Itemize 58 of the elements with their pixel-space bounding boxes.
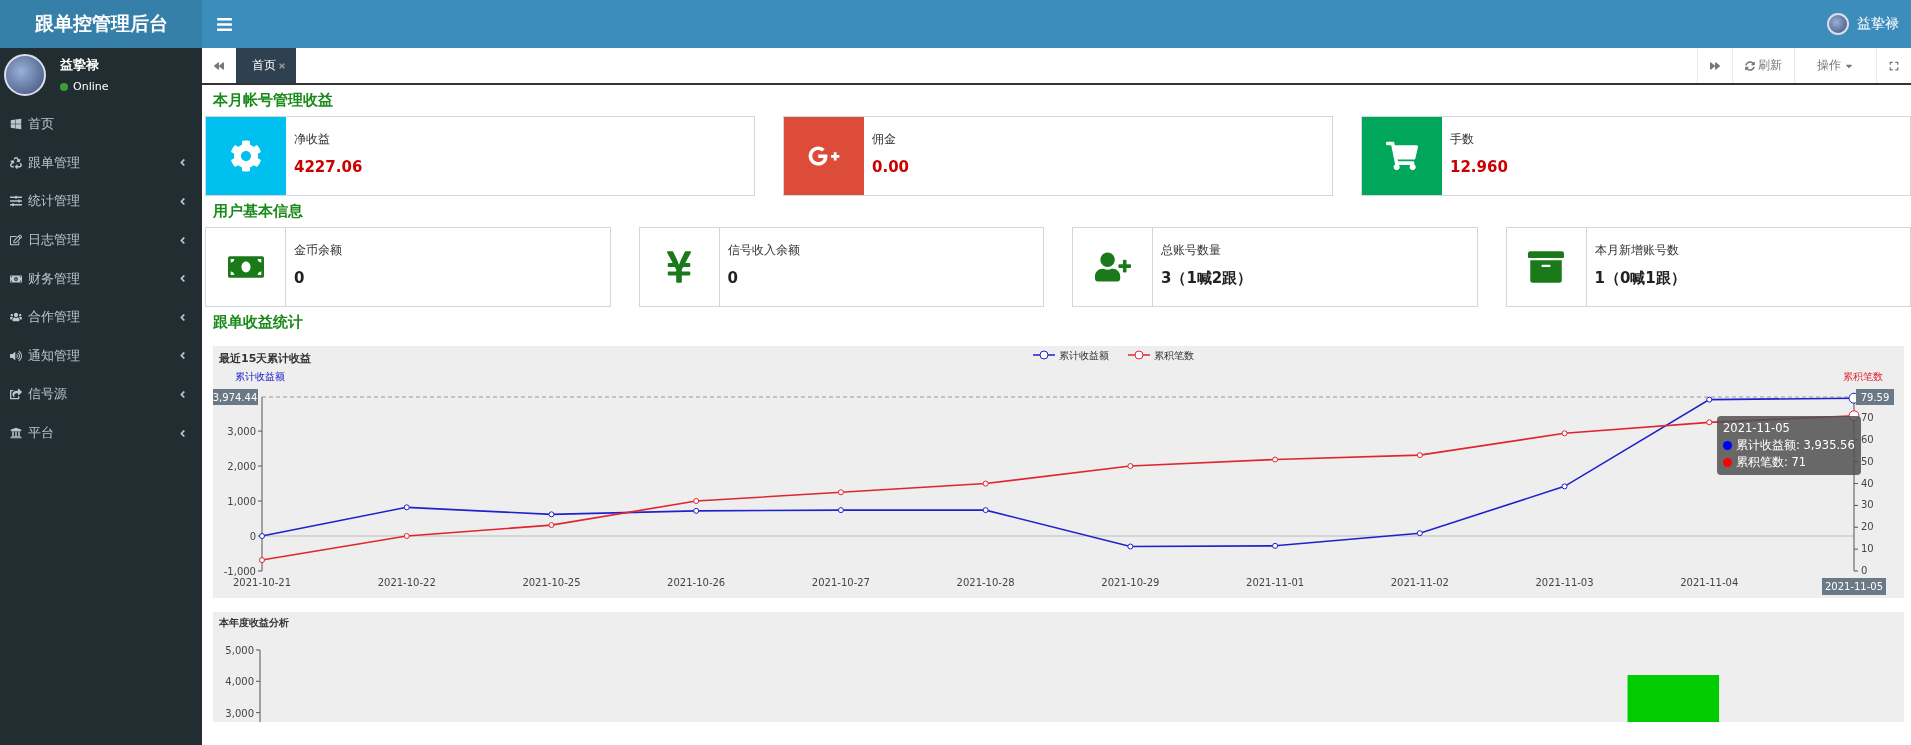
card-value: 0 — [294, 269, 306, 287]
card-value: 0.00 — [872, 158, 909, 176]
axis-tick-label: 3,000 — [225, 707, 254, 719]
tooltip-title: 2021-11-05 — [1723, 420, 1791, 437]
axis-tick-label: 2021-11-04 — [1680, 577, 1739, 588]
axis-title: 累积笔数 — [1843, 371, 1883, 382]
tooltip-text: 累积笔数: 71 — [1736, 454, 1807, 471]
axis-tick-label: 5,000 — [225, 645, 254, 656]
legend-label: 累计收益额 — [1059, 350, 1109, 361]
card-label: 佣金 — [872, 131, 897, 148]
axis-tick-label: 2021-10-28 — [956, 577, 1015, 588]
card-label: 金币余额 — [294, 242, 342, 259]
axis-pointer-label: 79.59 — [1856, 389, 1894, 405]
axis-pointer-label: 3,974.44 — [213, 389, 258, 405]
card-value: 3（1喊2跟） — [1161, 269, 1253, 288]
axis-tick-label: 70 — [1861, 411, 1874, 423]
axis-tick-label: 2021-11-01 — [1246, 577, 1305, 588]
axis-tick-label: 2021-10-29 — [1101, 577, 1160, 588]
card-value: 0 — [727, 269, 739, 287]
axis-tick-label: 0 — [249, 531, 256, 542]
card-label: 信号收入余额 — [727, 242, 800, 259]
section-title: 用户基本信息 — [212, 201, 304, 222]
axis-tick-label: 30 — [1861, 499, 1874, 511]
card-label: 净收益 — [294, 131, 331, 148]
axis-tick-label: 40 — [1861, 477, 1874, 489]
axis-title: 累计收益额 — [235, 371, 285, 382]
status-text: Online — [73, 80, 109, 93]
card-label: 本月新增账号数 — [1594, 242, 1680, 259]
axis-tick-label: 2021-11-03 — [1535, 577, 1594, 588]
section-title: 跟单收益统计 — [212, 312, 304, 333]
card-value: 4227.06 — [294, 158, 363, 176]
axis-tick-label: 50 — [1861, 455, 1874, 467]
card-value: 1（0喊1跟） — [1594, 269, 1686, 288]
chart-title: 本年度收益分析 — [219, 617, 289, 628]
axis-tick-label: 60 — [1861, 433, 1874, 445]
axis-tick-label: 10 — [1861, 543, 1874, 555]
axis-tick-label: -1,000 — [223, 566, 256, 577]
legend-label: 累积笔数 — [1154, 350, 1194, 361]
card-value: 12.960 — [1450, 158, 1508, 176]
card-label: 总账号数量 — [1161, 242, 1222, 259]
axis-pointer-label: 2021-11-05 — [1822, 578, 1886, 595]
axis-tick-label: 2021-10-27 — [811, 577, 870, 588]
card-label: 手数 — [1450, 131, 1475, 148]
axis-tick-label: 20 — [1861, 521, 1874, 533]
axis-tick-label: 2021-10-26 — [667, 577, 726, 588]
axis-tick-label: 2,000 — [227, 461, 256, 473]
chart-title: 最近15天累计收益 — [219, 352, 312, 365]
section-title: 本月帐号管理收益 — [212, 90, 334, 111]
axis-tick-label: 4,000 — [225, 676, 254, 688]
axis-tick-label: 0 — [1861, 565, 1868, 576]
user-name: 益挚禄 — [60, 56, 100, 74]
tooltip-text: 累计收益额: 3,935.56 — [1736, 437, 1855, 454]
axis-tick-label: 2021-10-25 — [522, 577, 581, 588]
axis-tick-label: 1,000 — [227, 496, 256, 508]
axis-tick-label: 3,000 — [227, 426, 256, 438]
axis-tick-label: 2021-10-21 — [232, 577, 292, 588]
axis-tick-label: 2021-11-02 — [1390, 577, 1449, 588]
axis-tick-label: 2021-10-22 — [377, 577, 436, 588]
